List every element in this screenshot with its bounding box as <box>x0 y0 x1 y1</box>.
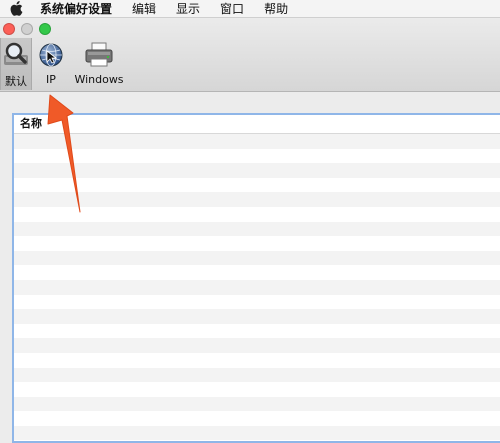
content-area: 名称 <box>0 93 500 443</box>
list-row[interactable] <box>14 367 500 383</box>
menu-system-preferences[interactable]: 系统偏好设置 <box>32 0 122 18</box>
globe-icon <box>36 40 66 70</box>
list-row[interactable] <box>14 338 500 353</box>
list-row[interactable] <box>14 309 500 324</box>
title-bar: 默认 IP Windows <box>0 18 500 92</box>
list-rows <box>14 134 500 441</box>
list-row[interactable] <box>14 425 500 441</box>
list-row[interactable] <box>14 250 500 266</box>
list-row[interactable] <box>14 294 500 310</box>
window-controls <box>3 23 51 35</box>
list-row[interactable] <box>14 192 500 207</box>
list-row[interactable] <box>14 134 500 149</box>
toolbar-windows-button[interactable]: Windows <box>74 38 124 90</box>
list-row[interactable] <box>14 352 500 368</box>
menu-view[interactable]: 显示 <box>166 0 210 18</box>
column-header-name[interactable]: 名称 <box>14 115 500 134</box>
list-row[interactable] <box>14 323 500 339</box>
list-row[interactable] <box>14 206 500 222</box>
toolbar-default-label: 默认 <box>5 75 27 88</box>
magnifier-icon <box>1 40 31 70</box>
menu-bar: 系统偏好设置 编辑 显示 窗口 帮助 <box>0 0 500 18</box>
printer-add-window: 默认 IP Windows 名称 <box>0 18 500 443</box>
list-row[interactable] <box>14 411 500 426</box>
list-row[interactable] <box>14 279 500 295</box>
list-row[interactable] <box>14 177 500 193</box>
list-row[interactable] <box>14 163 500 178</box>
minimize-button[interactable] <box>21 23 33 35</box>
list-row[interactable] <box>14 265 500 280</box>
toolbar-windows-label: Windows <box>74 73 124 86</box>
printer-list[interactable]: 名称 <box>12 113 500 443</box>
toolbar-ip-button[interactable]: IP <box>32 38 70 90</box>
list-row[interactable] <box>14 148 500 164</box>
toolbar-ip-label: IP <box>46 73 56 86</box>
list-row[interactable] <box>14 221 500 237</box>
toolbar-default-button[interactable]: 默认 <box>0 38 32 90</box>
menu-window[interactable]: 窗口 <box>210 0 254 18</box>
zoom-button[interactable] <box>39 23 51 35</box>
menu-help[interactable]: 帮助 <box>254 0 298 18</box>
list-row[interactable] <box>14 236 500 251</box>
apple-menu-icon[interactable] <box>0 0 32 18</box>
printer-icon <box>84 40 114 70</box>
close-button[interactable] <box>3 23 15 35</box>
menu-edit[interactable]: 编辑 <box>122 0 166 18</box>
list-row[interactable] <box>14 382 500 397</box>
list-row[interactable] <box>14 396 500 412</box>
toolbar: 默认 IP Windows <box>0 38 124 90</box>
